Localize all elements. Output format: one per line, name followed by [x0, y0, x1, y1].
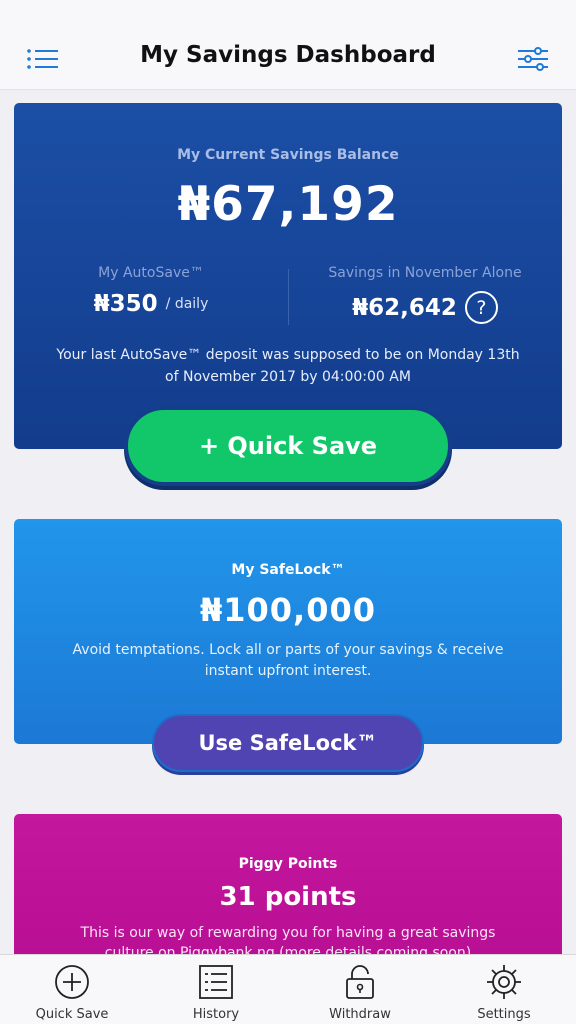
- autosave-value: ₦350 / daily: [14, 291, 288, 317]
- savings-balance-card: My Current Savings Balance ₦67,192 My Au…: [14, 103, 562, 449]
- month-savings-stat: Savings in November Alone ₦62,642 ?: [288, 265, 562, 324]
- piggy-points-label: Piggy Points: [238, 856, 338, 872]
- month-savings-label: Savings in November Alone: [328, 265, 522, 281]
- safelock-label: My SafeLock™: [231, 562, 345, 578]
- month-savings-amount: ₦62,642: [352, 294, 457, 321]
- tab-quick-save-label: Quick Save: [35, 1007, 109, 1022]
- tab-quick-save[interactable]: Quick Save: [0, 955, 144, 1024]
- list-icon: [199, 965, 233, 999]
- sliders-icon[interactable]: [516, 44, 550, 74]
- safelock-description: Avoid temptations. Lock all or parts of …: [72, 642, 504, 679]
- gear-icon: [487, 965, 521, 999]
- safelock-amount: ₦100,000: [199, 591, 376, 629]
- top-bar: My Savings Dashboard: [0, 0, 576, 90]
- tab-settings-label: Settings: [477, 1007, 531, 1022]
- quick-save-button[interactable]: + Quick Save: [124, 406, 452, 486]
- autosave-stat: My AutoSave™ ₦350 / daily: [14, 265, 288, 317]
- help-icon[interactable]: ?: [464, 291, 498, 324]
- use-safelock-button[interactable]: Use SafeLock™: [152, 714, 424, 772]
- autosave-amount: ₦350: [93, 291, 158, 317]
- safelock-card: My SafeLock™ ₦100,000 Avoid temptations.…: [14, 519, 562, 744]
- balance-amount: ₦67,192: [177, 177, 399, 232]
- month-savings-value: ₦62,642 ?: [288, 291, 562, 324]
- piggy-points-card: Piggy Points 31 points This is our way o…: [14, 814, 562, 974]
- tab-withdraw[interactable]: Withdraw: [288, 955, 432, 1024]
- tab-settings[interactable]: Settings: [432, 955, 576, 1024]
- page-title: My Savings Dashboard: [140, 42, 436, 68]
- autosave-unit: / daily: [165, 296, 209, 312]
- piggy-points-amount: 31 points: [219, 882, 357, 912]
- unlock-icon: [346, 965, 374, 999]
- balance-label: My Current Savings Balance: [177, 147, 399, 163]
- tab-history[interactable]: History: [144, 955, 288, 1024]
- autosave-note: Your last AutoSave™ deposit was supposed…: [56, 347, 520, 385]
- plus-circle-icon: [55, 965, 89, 999]
- tab-bar: Quick Save History Withdraw Settings: [0, 954, 576, 1024]
- autosave-label: My AutoSave™: [98, 265, 204, 281]
- tab-withdraw-label: Withdraw: [329, 1007, 391, 1022]
- tab-history-label: History: [192, 1007, 240, 1022]
